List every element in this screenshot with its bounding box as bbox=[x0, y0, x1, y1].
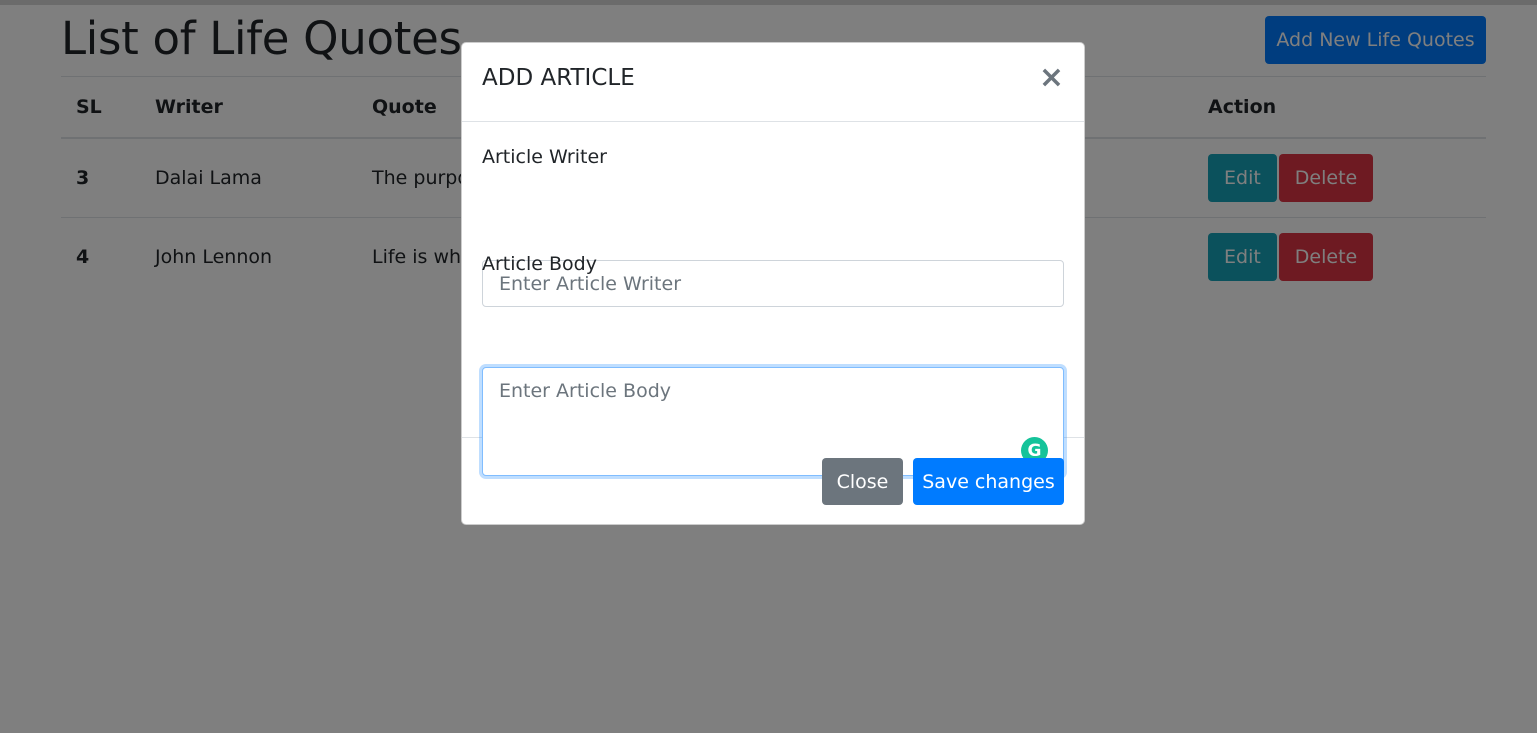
article-body-label: Article Body bbox=[482, 253, 597, 275]
modal-footer: Close Save changes bbox=[462, 438, 1084, 526]
article-writer-label: Article Writer bbox=[482, 146, 607, 168]
modal-header: ADD ARTICLE × bbox=[462, 43, 1084, 122]
add-article-modal: ADD ARTICLE × Article Writer Article Bod… bbox=[461, 42, 1085, 525]
modal-body: Article Writer Article Body G bbox=[462, 122, 1084, 476]
modal-title: ADD ARTICLE bbox=[482, 65, 635, 91]
close-icon[interactable]: × bbox=[1039, 63, 1064, 93]
close-button[interactable]: Close bbox=[822, 458, 903, 505]
save-changes-button[interactable]: Save changes bbox=[913, 458, 1064, 505]
